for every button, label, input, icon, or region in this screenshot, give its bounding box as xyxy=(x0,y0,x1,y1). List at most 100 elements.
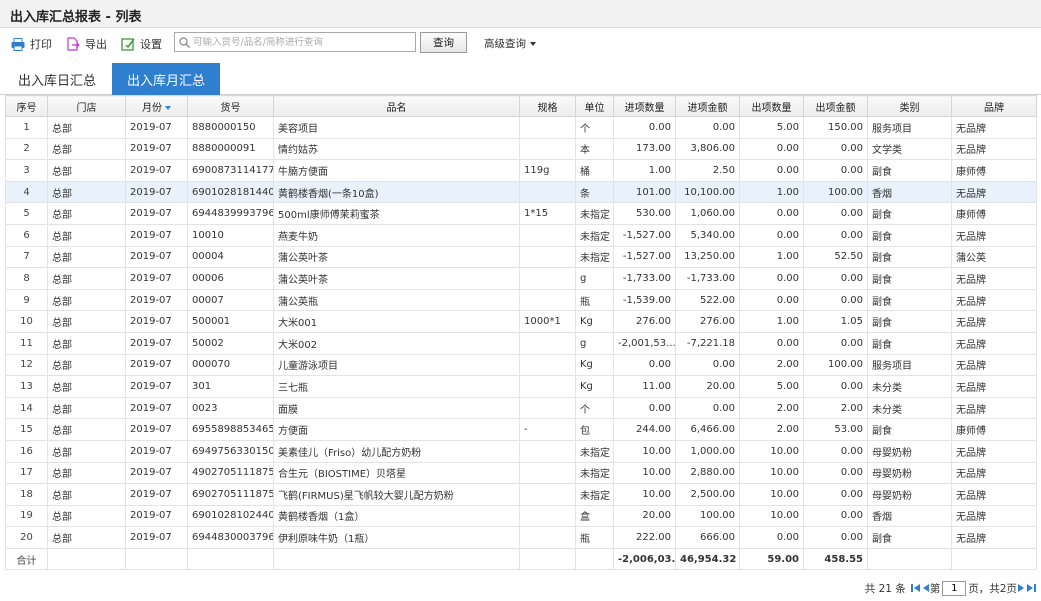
table-row[interactable]: 11 总部 2019-07 50002 大米002 g -2,001,53... -7,221… xyxy=(5,331,1037,355)
table-cell: 0.00 xyxy=(803,288,868,312)
table-cell xyxy=(519,375,576,398)
table-cell: 14 xyxy=(5,396,48,420)
column-header[interactable]: 规格 xyxy=(519,95,576,117)
table-cell: 无品牌 xyxy=(951,116,1037,139)
table-cell: 无品牌 xyxy=(951,353,1037,377)
table-cell: 6949756330150 xyxy=(187,439,274,463)
table-row[interactable]: 20 总部 2019-07 6944830003796 伊利原味牛奶（1瓶） 瓶 222.0… xyxy=(5,526,1037,549)
table-row[interactable]: 9 总部 2019-07 00007 蒲公英瓶瓶 -1,539.00 522.00 0.00 0… xyxy=(5,288,1037,312)
table-cell: 0.00 xyxy=(613,116,676,139)
table-cell: 530.00 xyxy=(613,202,676,225)
printer-icon xyxy=(11,37,25,51)
table-cell: 总部 xyxy=(47,331,126,355)
table-cell: 6901028102440 xyxy=(187,504,274,528)
table-cell: 副食 xyxy=(867,245,952,269)
advanced-query-dropdown[interactable]: 高级查询 xyxy=(484,36,536,51)
table-cell: 0.00 xyxy=(803,375,868,398)
table-cell: 2 xyxy=(5,137,48,161)
table-cell: 2,500.00 xyxy=(675,483,740,506)
table-cell xyxy=(519,331,576,355)
table-row[interactable]: 15 总部 2019-07 6955898853465 方便面 - 包 244.00 6,466… xyxy=(5,418,1037,441)
query-button[interactable]: 查询 xyxy=(420,32,467,53)
column-header[interactable]: 进项金额 xyxy=(675,95,740,117)
column-header[interactable]: 货号 xyxy=(187,95,274,117)
table-row[interactable]: 13 总部 2019-07 301 三七瓶 Kg 11.00 20.00 5.00 0.00 未分类… xyxy=(5,375,1037,398)
table-row[interactable]: 7 总部 2019-07 00004 蒲公英叶茶 未指定 -1,527.00 13,250.0… xyxy=(5,245,1037,269)
column-header[interactable]: 类别 xyxy=(867,95,952,117)
tab-monthly-summary[interactable]: 出入库月汇总 xyxy=(112,63,220,95)
table-cell: 1*15 xyxy=(519,202,576,225)
table-row[interactable]: 4 总部 2019-07 6901028181440 黄鹤楼香烟(一条10盒) 条 101.… xyxy=(5,180,1037,204)
table-cell: 总部 xyxy=(47,288,126,312)
table-cell: 黄鹤楼香烟(一条10盒) xyxy=(273,180,520,204)
table-row[interactable]: 19 总部 2019-07 6901028102440 黄鹤楼香烟（1盒）盒 20.00 1… xyxy=(5,504,1037,528)
table-row[interactable]: 1 总部 2019-07 8880000150 美容项目个 0.00 0.00 5.00 150… xyxy=(5,116,1037,139)
table-cell: 副食 xyxy=(867,202,952,225)
table-cell: 119g xyxy=(519,159,576,182)
column-header[interactable]: 品牌 xyxy=(951,95,1037,117)
table-cell: 222.00 xyxy=(613,526,676,549)
column-header[interactable]: 单位 xyxy=(575,95,614,117)
table-cell: 2.50 xyxy=(675,159,740,182)
search-input[interactable] xyxy=(193,36,413,48)
table-cell: 蒲公英 xyxy=(951,245,1037,269)
table-cell: 2019-07 xyxy=(125,483,188,506)
total-cell: 458.55 xyxy=(803,547,868,571)
print-button[interactable]: 打印 xyxy=(11,36,52,52)
table-cell: 10.00 xyxy=(739,483,804,506)
tab-daily-summary[interactable]: 出入库日汇总 xyxy=(6,63,108,95)
last-page-button[interactable] xyxy=(1027,583,1036,593)
table-row[interactable]: 10 总部 2019-07 500001 大米001 1000*1 Kg 276.00 276.… xyxy=(5,310,1037,333)
table-cell: 150.00 xyxy=(803,116,868,139)
table-cell: 20.00 xyxy=(613,504,676,528)
table-cell: 2019-07 xyxy=(125,116,188,139)
table-row[interactable]: 18 总部 2019-07 6902705111875 飞鹤(FIRMUS)星飞帆较大婴… xyxy=(5,483,1037,506)
column-header-label: 月份 xyxy=(142,102,162,114)
table-cell: 0.00 xyxy=(739,288,804,312)
table-cell: 10010 xyxy=(187,223,274,247)
settings-button[interactable]: 设置 xyxy=(121,36,162,52)
table-cell: 13 xyxy=(5,375,48,398)
table-cell: 6902705111875 xyxy=(187,483,274,506)
column-header[interactable]: 出项数量 xyxy=(739,95,804,117)
summary-table: 序号 门店 月份 货号 品名 规格 单位 进项数量 进项金额 出项数量 出项金额… xyxy=(5,95,1037,571)
table-cell: 瓶 xyxy=(575,526,614,549)
table-cell: 2.00 xyxy=(739,396,804,420)
column-header[interactable]: 序号 xyxy=(5,95,48,117)
table-row[interactable]: 5 总部 2019-07 6944839993796 500ml康师傅茉莉蜜茶 1*15 未… xyxy=(5,202,1037,225)
table-cell: 6,466.00 xyxy=(675,418,740,441)
table-cell: 0.00 xyxy=(803,137,868,161)
table-cell: 244.00 xyxy=(613,418,676,441)
total-cell xyxy=(951,547,1037,571)
table-row[interactable]: 2 总部 2019-07 8880000091 情约姑苏本 173.00 3,806.00 0… xyxy=(5,137,1037,161)
column-header-month[interactable]: 月份 xyxy=(125,95,188,117)
table-row[interactable]: 17 总部 2019-07 4902705111875 合生元（BIOSTIME）贝塔星… xyxy=(5,461,1037,485)
column-header[interactable]: 出项金额 xyxy=(803,95,868,117)
table-row[interactable]: 8 总部 2019-07 00006 蒲公英叶茶 g -1,733.00 -1,733.00 0… xyxy=(5,267,1037,290)
table-cell: Kg xyxy=(575,375,614,398)
table-cell: 2019-07 xyxy=(125,439,188,463)
table-row[interactable]: 3 总部 2019-07 6900873114177 牛腩方便面 119g 桶 1.00 2.5… xyxy=(5,159,1037,182)
search-box xyxy=(174,32,416,52)
table-row[interactable]: 6 总部 2019-07 10010 燕麦牛奶 未指定 -1,527.00 5,340.00 0… xyxy=(5,223,1037,247)
table-cell: 合生元（BIOSTIME）贝塔星 xyxy=(273,461,520,485)
table-cell xyxy=(519,353,576,377)
column-header[interactable]: 进项数量 xyxy=(613,95,676,117)
column-header[interactable]: 品名 xyxy=(273,95,520,117)
total-cell: -2,006,03... xyxy=(613,547,676,571)
prev-page-button[interactable] xyxy=(922,583,929,593)
table-cell: 美素佳儿（Friso）幼儿配方奶粉 xyxy=(273,439,520,463)
total-cell: 59.00 xyxy=(739,547,804,571)
export-button[interactable]: 导出 xyxy=(66,36,107,52)
table-cell xyxy=(519,461,576,485)
page-number-input[interactable] xyxy=(942,580,967,596)
table-cell: 5,340.00 xyxy=(675,223,740,247)
column-header[interactable]: 门店 xyxy=(47,95,126,117)
first-page-button[interactable] xyxy=(910,583,920,593)
table-cell: 0.00 xyxy=(675,353,740,377)
table-row[interactable]: 16 总部 2019-07 6949756330150 美素佳儿（Friso）幼儿配方奶… xyxy=(5,439,1037,463)
table-row[interactable]: 12 总部 2019-07 000070 儿童游泳项目 Kg 0.00 0.00 2.00 100… xyxy=(5,353,1037,377)
next-page-button[interactable] xyxy=(1018,583,1025,593)
table-cell: 4902705111875 xyxy=(187,461,274,485)
table-row[interactable]: 14 总部 2019-07 0023 面膜个 0.00 0.00 2.00 2.00 未分类 无品牌 xyxy=(5,396,1037,420)
